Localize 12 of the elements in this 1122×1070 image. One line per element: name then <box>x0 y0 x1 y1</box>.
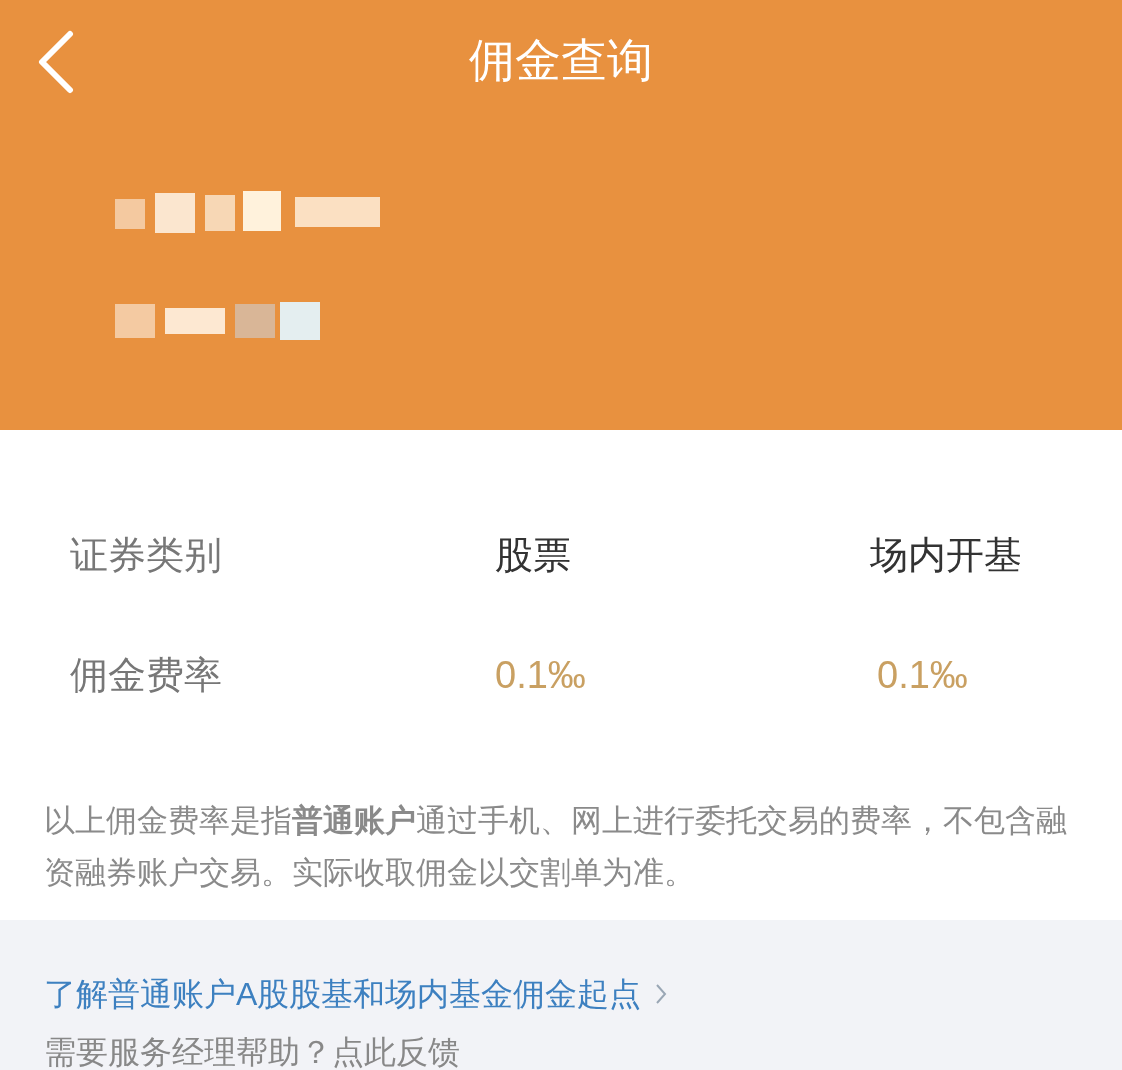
row-label: 佣金费率 <box>69 652 223 698</box>
info-link[interactable]: 了解普通账户A股股基和场内基金佣金起点 <box>44 970 1122 1018</box>
chevron-right-icon <box>655 983 668 1005</box>
page-title: 佣金查询 <box>469 33 653 88</box>
category-value: 场内开基 <box>869 532 1022 578</box>
rate-value: 0.1‰ <box>494 652 587 698</box>
back-icon[interactable] <box>36 30 76 94</box>
category-value: 股票 <box>494 532 572 578</box>
rate-value: 0.1‰ <box>876 652 968 698</box>
note-text: 以上佣金费率是指普通账户通过手机、网上进行委托交易的费率，不包含融资融券账户交易。实际收取佣金以交割单为准。 <box>43 802 1068 892</box>
row-label: 证券类别 <box>69 532 223 578</box>
feedback-text[interactable]: 需要服务经理帮助？点此反馈 <box>44 1032 1122 1070</box>
